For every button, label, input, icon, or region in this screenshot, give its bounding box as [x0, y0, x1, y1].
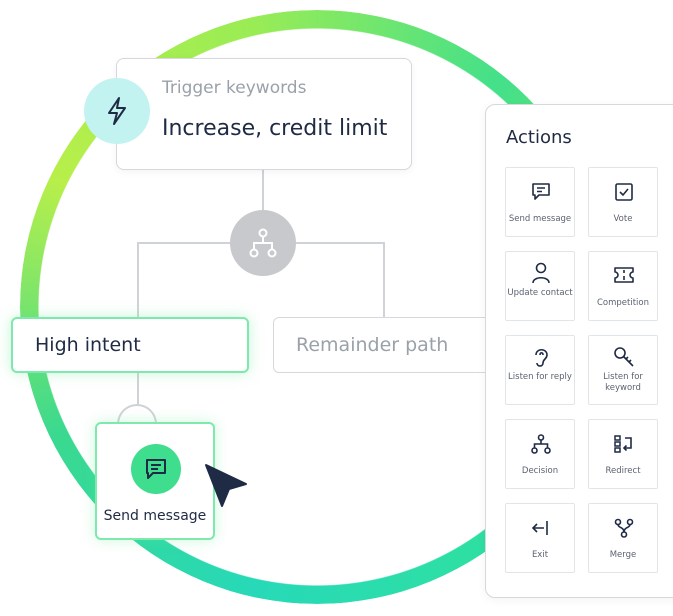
path-high-intent-label: High intent: [35, 334, 141, 356]
action-label: Decision: [521, 466, 559, 476]
path-remainder[interactable]: Remainder path: [273, 317, 511, 373]
message-icon: [131, 444, 181, 494]
exit-icon: [531, 521, 548, 535]
action-competition[interactable]: Competition: [588, 251, 658, 321]
trigger-card[interactable]: [116, 58, 412, 170]
path-remainder-label: Remainder path: [296, 334, 449, 356]
action-merge[interactable]: Merge: [588, 503, 658, 573]
action-label: Send message: [508, 214, 572, 224]
connector-left-down: [137, 242, 139, 317]
actions-title: Actions: [506, 127, 572, 148]
action-label: Update contact: [507, 288, 573, 298]
action-exit[interactable]: Exit: [505, 503, 575, 573]
flow-builder-canvas: Trigger keywords Increase, credit limit …: [0, 0, 673, 616]
branch-icon: [249, 228, 277, 258]
connector-trigger-branch: [262, 168, 264, 210]
action-redirect[interactable]: Redirect: [588, 419, 658, 489]
action-label: Listen for reply: [508, 372, 572, 382]
message-icon: [532, 183, 550, 200]
decision-icon: [531, 434, 551, 454]
key-icon: [614, 347, 634, 367]
checkbox-icon: [615, 183, 633, 201]
actions-panel: Actions Send message Vote Update contact: [485, 104, 673, 598]
trigger-label: Trigger keywords: [162, 78, 307, 98]
action-label: Redirect: [605, 466, 641, 476]
action-send-message[interactable]: Send message: [505, 167, 575, 237]
connector-right-down: [383, 242, 385, 317]
action-update-contact[interactable]: Update contact: [505, 251, 575, 321]
action-label: Competition: [596, 298, 650, 308]
send-message-label: Send message: [103, 508, 207, 524]
ear-icon: [535, 348, 548, 367]
action-vote[interactable]: Vote: [588, 167, 658, 237]
mouse-cursor-icon: [205, 464, 247, 507]
action-decision[interactable]: Decision: [505, 419, 575, 489]
action-listen-for-keyword[interactable]: Listen for keyword: [588, 335, 658, 405]
redirect-icon: [614, 435, 632, 453]
path-high-intent[interactable]: High intent: [11, 317, 249, 373]
send-message-node[interactable]: Send message: [95, 422, 215, 540]
lightning-icon: [84, 78, 150, 144]
action-label: Listen for keyword: [603, 372, 643, 393]
merge-icon: [614, 518, 634, 538]
trigger-value: Increase, credit limit: [162, 116, 388, 141]
action-listen-for-reply[interactable]: Listen for reply: [505, 335, 575, 405]
ticket-icon: [614, 267, 634, 283]
branch-node[interactable]: [230, 210, 296, 276]
action-label: Exit: [531, 550, 549, 560]
action-label: Merge: [609, 550, 637, 560]
action-label: Vote: [613, 214, 633, 224]
person-icon: [532, 262, 550, 284]
connector-high-send: [137, 373, 139, 406]
